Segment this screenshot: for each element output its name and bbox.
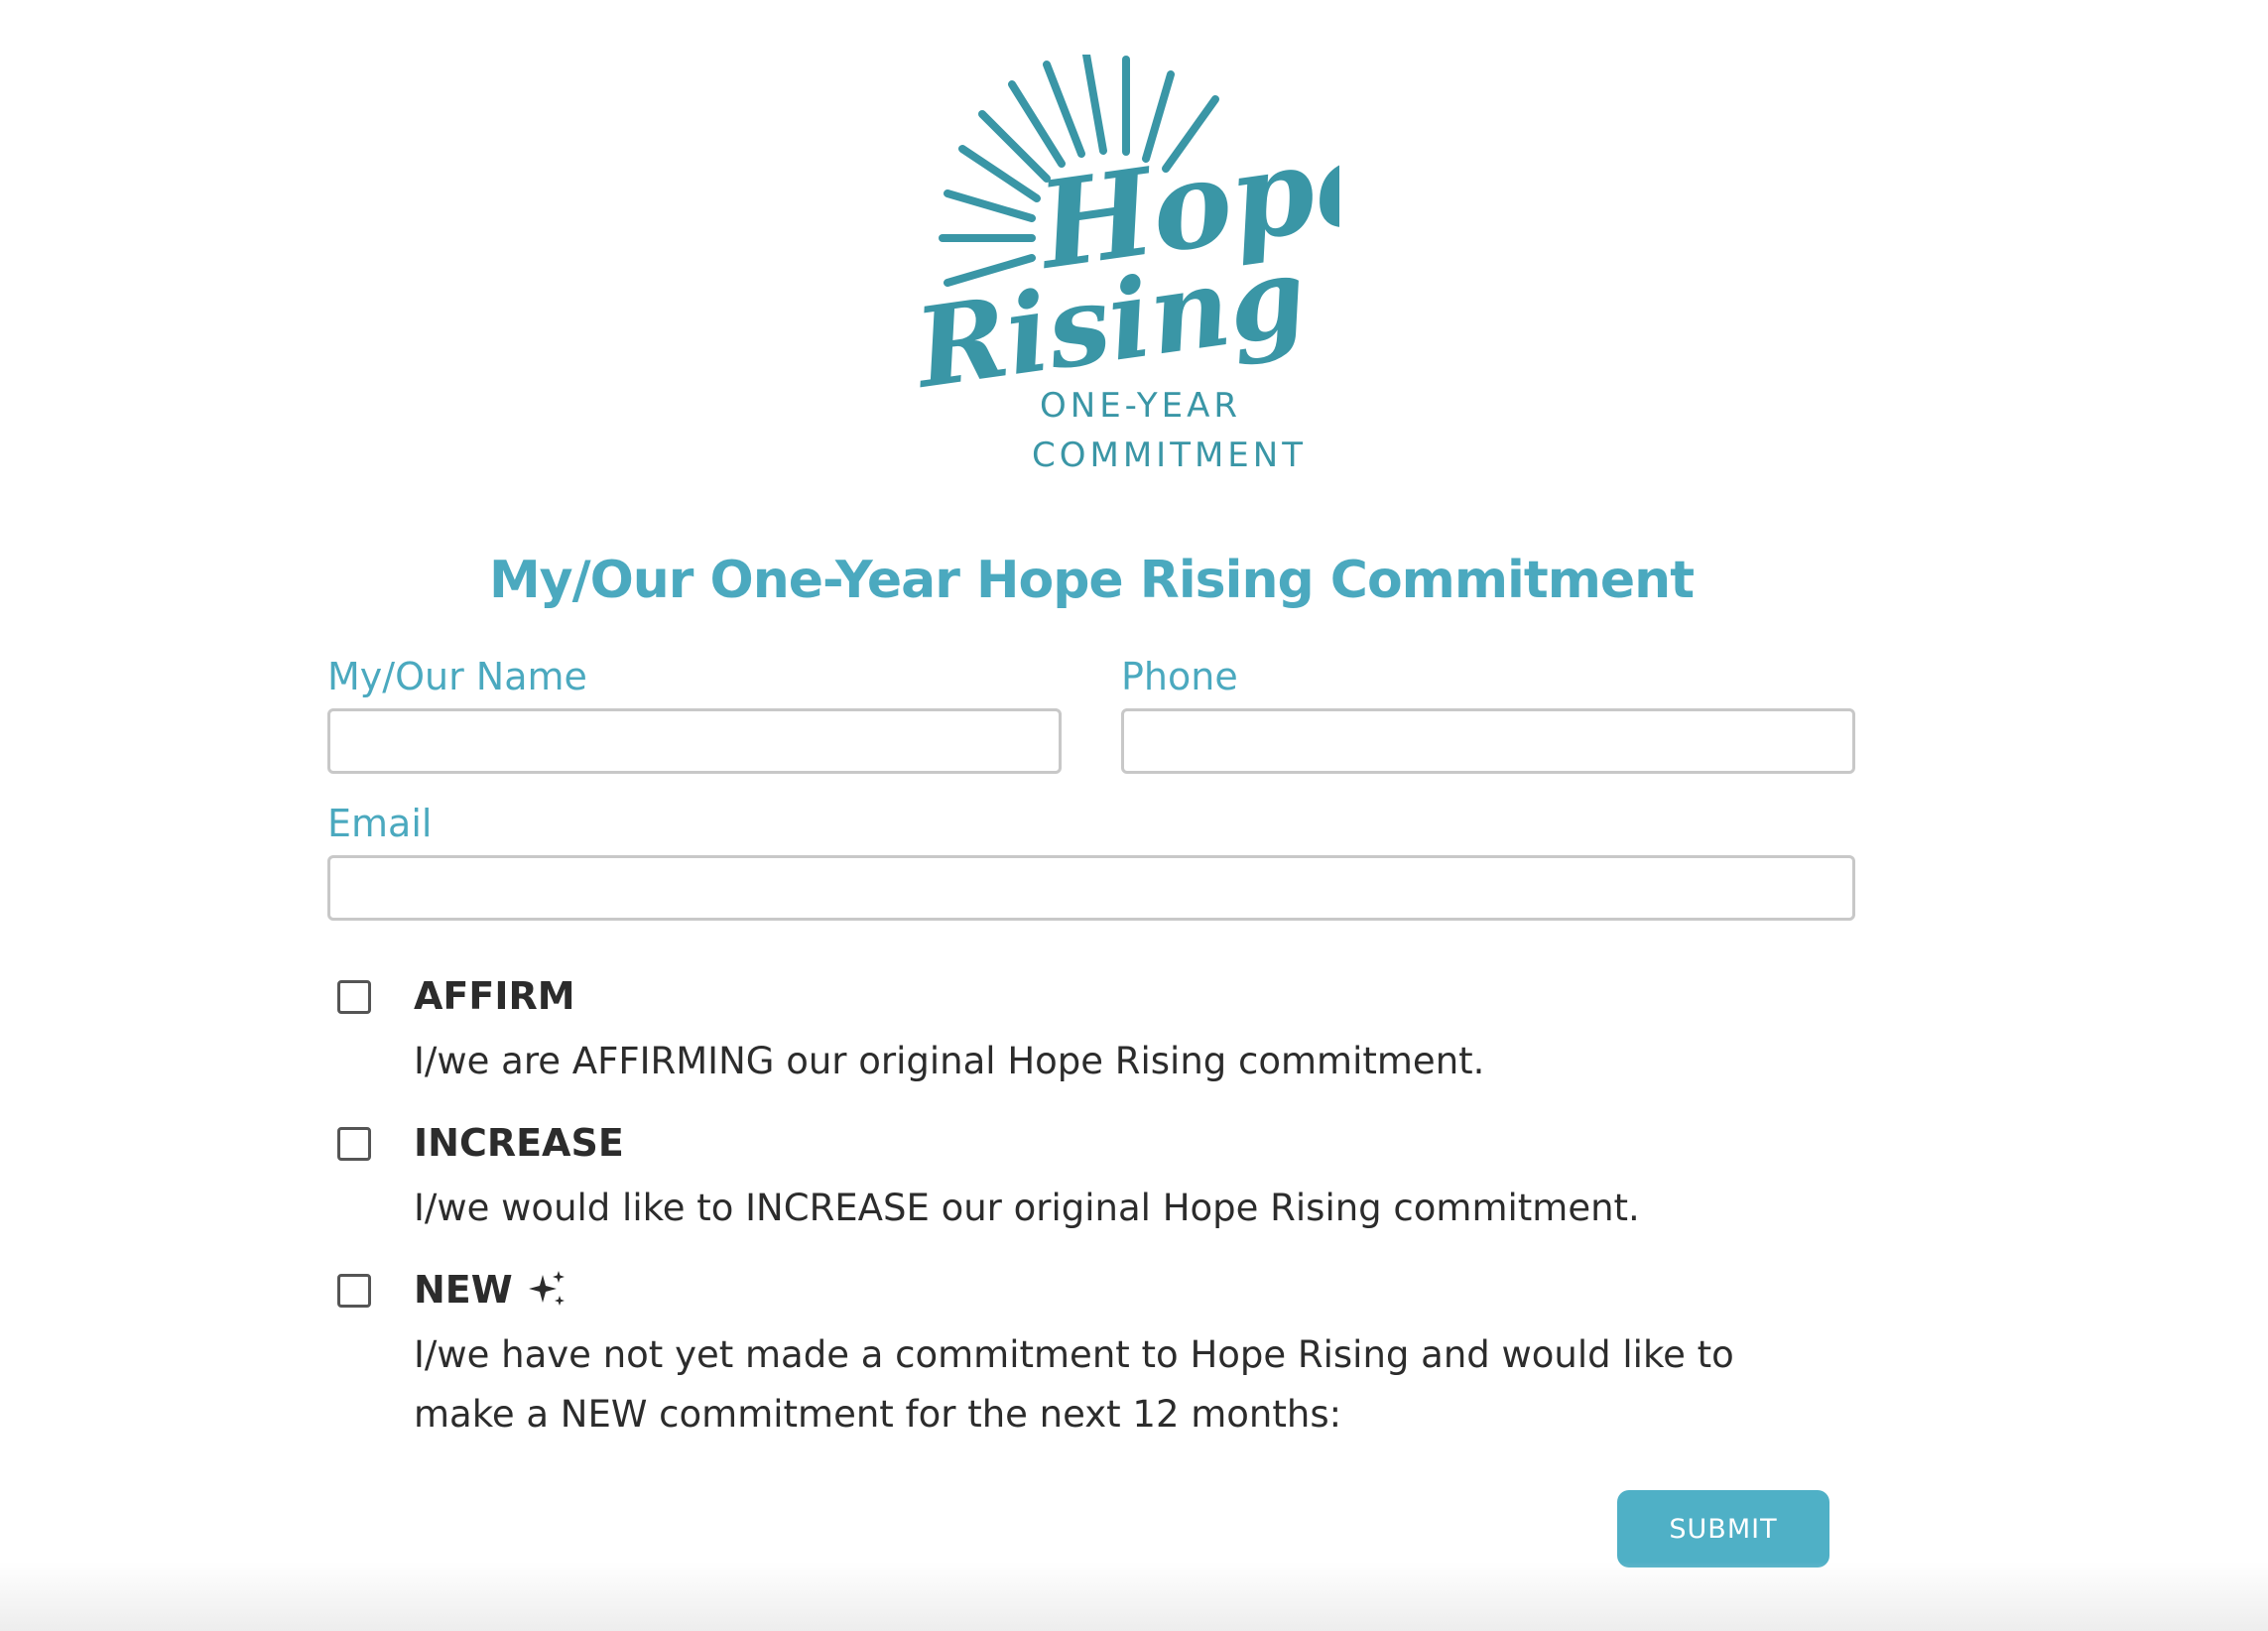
affirm-title: AFFIRM: [414, 974, 575, 1018]
submit-button[interactable]: SUBMIT: [1617, 1490, 1829, 1568]
affirm-checkbox[interactable]: [337, 980, 371, 1014]
new-title-text: NEW: [414, 1268, 513, 1312]
affirm-title-text: AFFIRM: [414, 974, 575, 1018]
phone-input[interactable]: [1121, 708, 1855, 774]
option-affirm: AFFIRM I/we are AFFIRMING our original H…: [327, 974, 1816, 1083]
new-title: NEW: [414, 1268, 568, 1312]
sparkle-icon: [528, 1271, 565, 1306]
hope-rising-logo: Hope Rising ONE-YEAR COMMITMENT: [873, 55, 1339, 491]
option-increase: INCREASE I/we would like to INCREASE our…: [327, 1121, 1816, 1230]
phone-label: Phone: [1121, 655, 1238, 698]
option-new: NEW I/we have not yet made a commitment …: [327, 1268, 1816, 1446]
logo-tagline-one-year: ONE-YEAR: [1040, 386, 1241, 426]
increase-title-text: INCREASE: [414, 1121, 624, 1165]
new-description: I/we have not yet made a commitment to H…: [414, 1333, 1734, 1436]
name-label: My/Our Name: [327, 655, 587, 698]
email-input[interactable]: [327, 855, 1855, 921]
name-input[interactable]: [327, 708, 1062, 774]
increase-checkbox[interactable]: [337, 1127, 371, 1161]
page-bottom-shade: [0, 1562, 2268, 1631]
new-checkbox[interactable]: [337, 1274, 371, 1308]
form-title: My/Our One-Year Hope Rising Commitment: [488, 551, 1695, 610]
logo-tagline-commitment: COMMITMENT: [1032, 436, 1307, 475]
email-label: Email: [327, 802, 433, 845]
increase-title: INCREASE: [414, 1121, 624, 1165]
logo-graphic: Hope Rising ONE-YEAR COMMITMENT: [906, 55, 1339, 475]
affirm-description: I/we are AFFIRMING our original Hope Ris…: [414, 1040, 1485, 1082]
increase-description: I/we would like to INCREASE our original…: [414, 1187, 1640, 1229]
